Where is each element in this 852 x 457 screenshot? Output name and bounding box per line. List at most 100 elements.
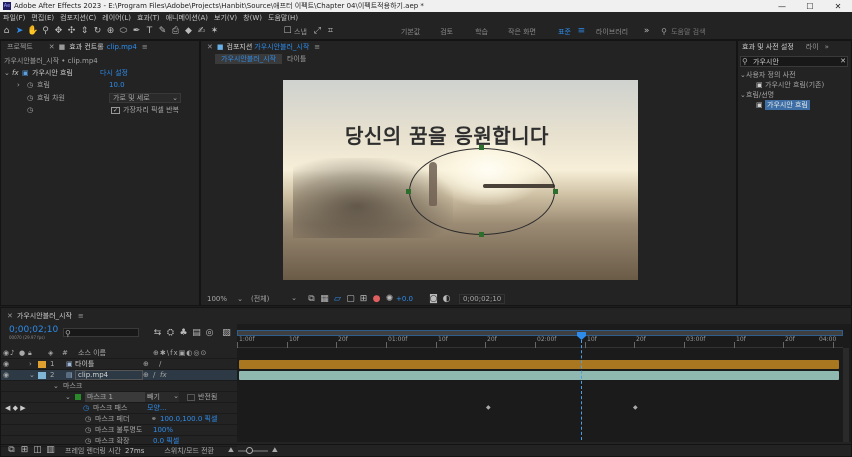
show-snapshot-icon[interactable]: ◐ [441, 294, 452, 305]
comp-mini-flowchart-icon[interactable]: ⇆ [152, 328, 163, 339]
mask-name[interactable]: 마스크 1 [85, 392, 145, 402]
pan-behind-tool-icon[interactable]: ⊕ [105, 26, 116, 37]
mask-group-row[interactable]: ⌄ 마스크 [1, 381, 237, 392]
region-of-interest-icon[interactable]: ▢ [345, 294, 356, 305]
expand-time-icon[interactable]: ▥ [45, 445, 56, 456]
fast-previews-icon[interactable]: ⧉ [306, 294, 317, 305]
collapse-switch-icon[interactable]: ⊕ [143, 371, 153, 379]
mask-invert-checkbox[interactable] [187, 393, 195, 401]
playhead-handle[interactable] [577, 332, 586, 340]
layer-search-input[interactable] [63, 328, 139, 337]
panel-close-icon[interactable]: ✕ [49, 43, 55, 51]
snap-target-icon[interactable]: ⌗ [325, 26, 336, 37]
quality-switch-icon[interactable]: / [153, 371, 160, 379]
comp-subtab-main[interactable]: 가우시안블러_시작 [215, 54, 283, 64]
timeline-track-area[interactable]: 1:00f 10f 20f 01:00f 10f 20f 02:00f 10f 20f 03:00… [237, 324, 851, 442]
track-bar-layer-2[interactable] [239, 371, 839, 380]
workspace-learn[interactable]: 학습 [475, 27, 488, 37]
expand-mode-icon[interactable]: ◫ [32, 445, 43, 456]
stopwatch-icon[interactable]: ◷ [1, 415, 95, 423]
expand-arrow-icon[interactable]: ⌄ [1, 382, 63, 390]
keyframe-1[interactable]: ◆ [486, 404, 491, 411]
mask-vertex-left[interactable] [406, 189, 411, 194]
transparency-grid-icon[interactable]: ▦ [319, 294, 330, 305]
workspace-standard[interactable]: 표준 [558, 27, 571, 37]
workspace-overflow-icon[interactable]: » [641, 26, 652, 37]
stopwatch-icon[interactable]: ◷ [27, 106, 111, 114]
guides-icon[interactable]: ⊞ [358, 294, 369, 305]
effects-search-input[interactable] [740, 56, 848, 67]
clone-stamp-tool-icon[interactable]: ⎙ [170, 26, 181, 37]
tab-libraries[interactable]: 라이 [806, 42, 819, 52]
keyframe-nav-icon[interactable]: ◀ ◆ ▶ [1, 404, 83, 412]
zoom-slider[interactable] [237, 446, 268, 454]
toggle-switches-modes[interactable]: 스위치/모드 전환 [164, 446, 214, 456]
effect-settings-icon[interactable]: ▣ [22, 69, 32, 77]
resolution-dropdown[interactable]: (전체) ⌄ [251, 294, 297, 304]
expand-arrow-icon[interactable]: ⌄ [4, 69, 12, 77]
reset-link[interactable]: 다시 설정 [100, 68, 128, 78]
eye-icon[interactable]: ◉ [1, 371, 28, 379]
help-search-input[interactable] [659, 26, 760, 37]
hand-tool-icon[interactable]: ✋ [27, 26, 38, 37]
minimize-button[interactable]: — [768, 2, 796, 11]
keyframe-2[interactable]: ◆ [633, 404, 638, 411]
time-ruler[interactable]: 1:00f 10f 20f 01:00f 10f 20f 02:00f 10f 20f 03:00… [237, 336, 843, 348]
type-tool-icon[interactable]: T [144, 26, 155, 37]
menu-edit[interactable]: 편집(E) [31, 13, 54, 23]
layer-row-1[interactable]: ◉ › 1 ▣ 타이틀 ⊕ / [1, 359, 237, 370]
menu-window[interactable]: 창(W) [243, 13, 262, 23]
tab-effect-controls[interactable]: 효과 컨트롤 [69, 42, 103, 52]
orbit-tool-icon[interactable]: ✥ [53, 26, 64, 37]
mask-mode-dropdown[interactable]: 빼기 ⌄ [145, 392, 179, 402]
mask-row[interactable]: ⌄ 마스크 1 빼기 ⌄ 반전됨 [1, 392, 237, 403]
panel-menu-icon[interactable]: ≡ [78, 312, 84, 320]
tab-project[interactable]: 프로젝트 [7, 42, 33, 52]
eye-icon[interactable]: ◉ [1, 360, 28, 368]
pen-tool-icon[interactable]: ✒ [131, 26, 142, 37]
blur-dimension-dropdown[interactable]: 가로 및 세로 ⌄ [109, 92, 181, 103]
expand-arrow-icon[interactable]: › [28, 360, 38, 368]
mask-visibility-icon[interactable]: ▱ [332, 294, 343, 305]
blur-amount-value[interactable]: 10.0 [109, 81, 125, 89]
track-bar-layer-1[interactable] [239, 360, 839, 369]
puppet-tool-icon[interactable]: ✶ [209, 26, 220, 37]
mask-opacity-row[interactable]: ◷ 마스크 불투명도 100% [1, 425, 237, 436]
link-icon[interactable]: ⚭ [151, 415, 160, 423]
checkbox-checked-icon[interactable]: ✓ [111, 106, 120, 114]
timeline-tab-name[interactable]: 가우시안블러_시작 [17, 311, 72, 321]
maximize-button[interactable]: ☐ [796, 2, 824, 11]
clear-search-icon[interactable]: ✕ [840, 57, 846, 65]
zoom-dropdown[interactable]: 100% ⌄ [207, 295, 243, 303]
zoom-out-icon[interactable]: ⛰ [228, 446, 234, 455]
expand-arrow-icon[interactable]: › [17, 81, 27, 89]
color-channels-icon[interactable]: ● [371, 294, 382, 305]
comp-subtab-title[interactable]: 타이틀 [285, 54, 308, 64]
mask-color-swatch[interactable] [75, 394, 81, 400]
zoom-in-icon[interactable]: ⛰ [272, 446, 278, 455]
stopwatch-icon[interactable]: ◷ [27, 94, 37, 102]
stopwatch-icon[interactable]: ◷ [27, 81, 37, 89]
eraser-tool-icon[interactable]: ◆ [183, 26, 194, 37]
exposure-icon[interactable]: ✺ [384, 294, 395, 305]
panel-menu-icon[interactable]: ≡ [142, 43, 148, 51]
timeline-timecode[interactable]: 0;00;02;10 [9, 325, 58, 335]
snapshot-icon[interactable]: ◙ [428, 294, 439, 305]
stopwatch-icon[interactable]: ◷ [1, 426, 95, 434]
workspace-small-screen[interactable]: 작은 화면 [508, 27, 536, 37]
collapse-switch-icon[interactable]: ⊕ [143, 360, 159, 368]
tree-item-user-presets[interactable]: ⌄ 사용자 정의 사전 [740, 70, 851, 80]
tree-item-blur-sharpen[interactable]: ⌄ 흐림/선명 [740, 90, 851, 100]
roto-brush-tool-icon[interactable]: ✍ [196, 26, 207, 37]
workspace-libraries[interactable]: 라이브러리 [596, 27, 628, 37]
tab-effects-presets[interactable]: 효과 및 사전 설정 [742, 42, 794, 52]
layer-label-swatch[interactable] [38, 360, 46, 368]
tree-item-gaussian-legacy[interactable]: ▣ 가우시안 흐림(기존) [740, 80, 851, 90]
menu-layer[interactable]: 레이어(L) [102, 13, 131, 23]
workspace-review[interactable]: 검토 [440, 27, 453, 37]
lock-icon[interactable]: ■ [59, 43, 66, 51]
panel-close-icon[interactable]: ✕ [7, 312, 13, 320]
expand-arrow-icon[interactable]: ⌄ [1, 393, 75, 401]
pan-tool-icon[interactable]: ✣ [66, 26, 77, 37]
shape-tool-icon[interactable]: ⬭ [118, 26, 129, 37]
